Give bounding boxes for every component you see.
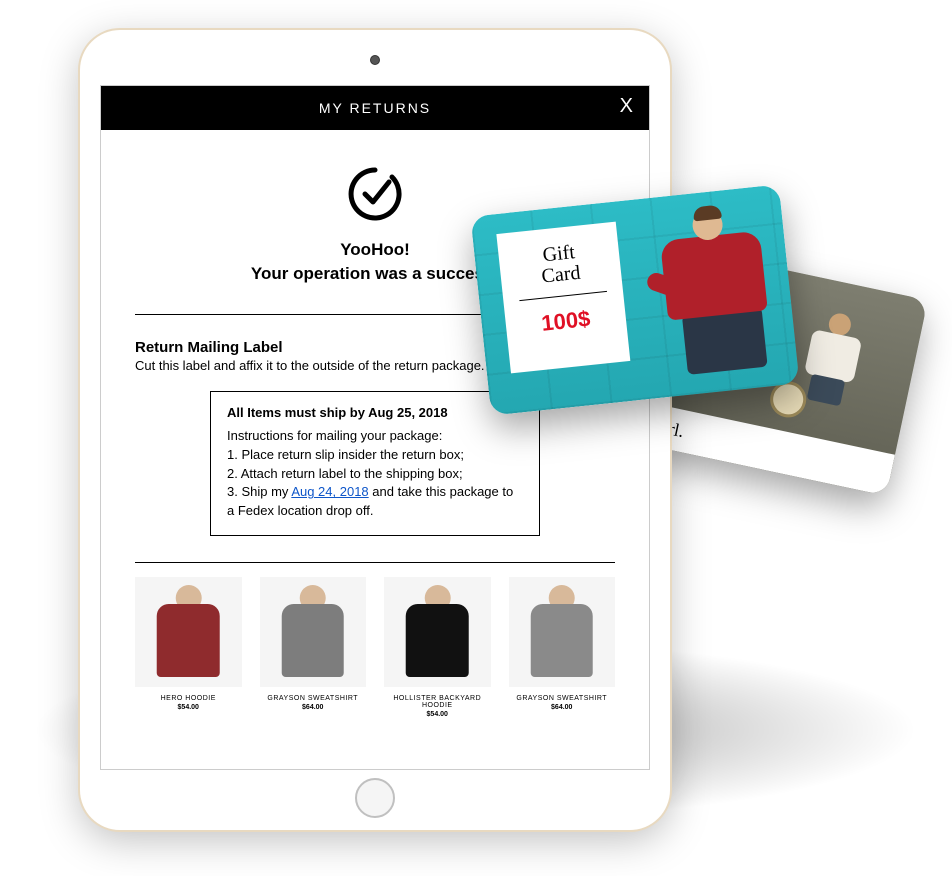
header-bar: MY RETURNS X: [101, 86, 649, 130]
product-image: [135, 577, 242, 687]
ship-step-3: 3. Ship my Aug 24, 2018 and take this pa…: [227, 483, 523, 521]
product-image: [384, 577, 491, 687]
ship-step-3a: 3. Ship my: [227, 484, 291, 499]
product-grid: HERO HOODIE $54.00 GRAYSON SWEATSHIRT $6…: [135, 577, 615, 718]
product-name: HERO HOODIE: [135, 695, 242, 702]
screen: MY RETURNS X YooHoo! Your operation was …: [100, 85, 650, 770]
divider: [519, 291, 607, 301]
gift-card-amount: 100$: [517, 303, 615, 339]
product-name: HOLLISTER BACKYARD HOODIE: [384, 695, 491, 709]
tablet-device: MY RETURNS X YooHoo! Your operation was …: [80, 30, 670, 830]
product-name: GRAYSON SWEATSHIRT: [509, 695, 616, 702]
page-title: MY RETURNS: [319, 100, 431, 116]
product-card[interactable]: GRAYSON SWEATSHIRT $64.00: [509, 577, 616, 718]
product-image: [260, 577, 367, 687]
product-price: $64.00: [260, 704, 367, 711]
ship-step-1: 1. Place return slip insider the return …: [227, 446, 523, 465]
gift-card: Gift Card 100$: [470, 184, 799, 415]
product-card[interactable]: HERO HOODIE $54.00: [135, 577, 242, 718]
product-name: GRAYSON SWEATSHIRT: [260, 695, 367, 702]
ship-intro: Instructions for mailing your package:: [227, 427, 523, 446]
close-icon[interactable]: X: [620, 96, 635, 116]
camera-dot: [370, 55, 380, 65]
product-price: $54.00: [384, 711, 491, 718]
ship-deadline: All Items must ship by Aug 25, 2018: [227, 404, 523, 423]
gift-card-label: Gift Card 100$: [496, 222, 630, 374]
ship-date-link[interactable]: Aug 24, 2018: [291, 484, 368, 499]
product-card[interactable]: GRAYSON SWEATSHIRT $64.00: [260, 577, 367, 718]
product-price: $54.00: [135, 704, 242, 711]
home-button[interactable]: [355, 778, 395, 818]
checkmark-icon: [345, 164, 405, 224]
ship-step-2: 2. Attach return label to the shipping b…: [227, 465, 523, 484]
product-image: [509, 577, 616, 687]
product-card[interactable]: HOLLISTER BACKYARD HOODIE $54.00: [384, 577, 491, 718]
card-model-illustration: [621, 195, 789, 390]
product-price: $64.00: [509, 704, 616, 711]
divider: [135, 562, 615, 563]
